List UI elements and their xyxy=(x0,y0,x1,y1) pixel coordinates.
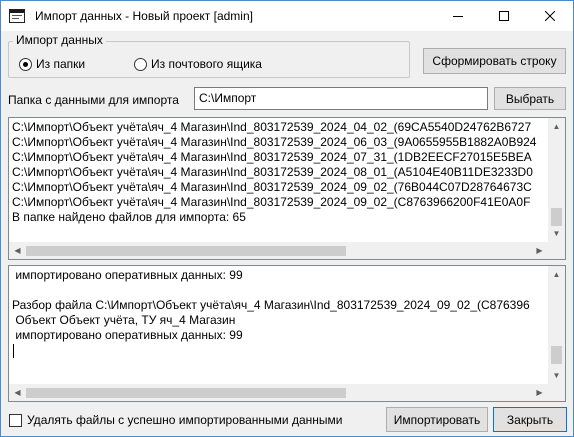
radio-from-folder[interactable]: Из папки xyxy=(19,57,85,71)
radio-label: Из папки xyxy=(36,57,86,71)
close-icon xyxy=(545,11,555,21)
maximize-button[interactable] xyxy=(481,1,527,31)
minimize-button[interactable] xyxy=(435,1,481,31)
radio-dot[interactable] xyxy=(19,57,32,71)
radio-from-mailbox[interactable]: Из почтового ящика xyxy=(134,57,262,71)
close-window-button[interactable] xyxy=(527,1,573,31)
scroll-up-icon[interactable]: ▲ xyxy=(548,266,565,283)
import-window: Импорт данных - Новый проект [admin] Имп… xyxy=(0,0,574,437)
list-item: В папке найдено файлов для импорта: 65 xyxy=(12,210,246,224)
window-title: Импорт данных - Новый проект [admin] xyxy=(35,9,253,23)
scroll-right-icon[interactable]: ▶ xyxy=(531,242,548,259)
list-item: C:\Импорт\Объект учёта\яч_4 Магазин\Ind_… xyxy=(12,135,537,149)
app-window-icon xyxy=(9,9,25,23)
log-line: Разбор файла C:\Импорт\Объект учёта\яч_4… xyxy=(12,298,530,312)
text-cursor xyxy=(12,343,547,358)
radio-label: Из почтового ящика xyxy=(151,57,262,71)
import-source-legend: Импорт данных xyxy=(13,33,106,47)
file-list-vscrollbar[interactable]: ▲ ▼ xyxy=(548,118,565,242)
checkbox-box[interactable] xyxy=(9,413,22,427)
scroll-thumb[interactable] xyxy=(26,388,346,398)
scroll-down-icon[interactable]: ▼ xyxy=(548,225,565,242)
scroll-left-icon[interactable]: ◀ xyxy=(9,242,26,259)
log-line: Объект Объект учёта, ТУ яч_4 Магазин xyxy=(12,313,236,327)
log-line: импортировано оперативных данных: 99 xyxy=(12,268,243,282)
scroll-up-icon[interactable]: ▲ xyxy=(548,118,565,135)
list-item: C:\Импорт\Объект учёта\яч_4 Магазин\Ind_… xyxy=(12,180,532,194)
scroll-corner xyxy=(548,384,565,401)
checkbox-label: Удалять файлы с успешно импортированными… xyxy=(27,413,343,427)
scroll-down-icon[interactable]: ▼ xyxy=(548,367,565,384)
minimize-icon xyxy=(453,16,463,17)
list-item: C:\Импорт\Объект учёта\яч_4 Магазин\Ind_… xyxy=(12,150,532,164)
folder-path-input[interactable]: C:\Импорт xyxy=(194,87,488,110)
list-item: C:\Импорт\Объект учёта\яч_4 Магазин\Ind_… xyxy=(12,120,532,134)
browse-button[interactable]: Выбрать xyxy=(494,87,566,110)
log-hscrollbar[interactable]: ◀ ▶ xyxy=(9,384,548,401)
list-item: C:\Импорт\Объект учёта\яч_4 Магазин\Ind_… xyxy=(12,195,531,209)
close-button[interactable]: Закрыть xyxy=(493,407,567,432)
log-lines: импортировано оперативных данных: 99 Раз… xyxy=(12,268,547,383)
build-string-button[interactable]: Сформировать строку xyxy=(423,48,566,74)
scroll-thumb[interactable] xyxy=(551,208,562,226)
scroll-thumb[interactable] xyxy=(26,246,346,256)
list-item: C:\Импорт\Объект учёта\яч_4 Магазин\Ind_… xyxy=(12,165,533,179)
file-list-memo[interactable]: C:\Импорт\Объект учёта\яч_4 Магазин\Ind_… xyxy=(8,117,566,260)
radio-dot[interactable] xyxy=(134,57,147,71)
log-vscrollbar[interactable]: ▲ ▼ xyxy=(548,266,565,384)
delete-files-checkbox[interactable]: Удалять файлы с успешно импортированными… xyxy=(9,413,342,427)
title-bar[interactable]: Импорт данных - Новый проект [admin] xyxy=(1,1,573,31)
folder-label: Папка с данными для импорта xyxy=(8,93,179,107)
scroll-corner xyxy=(548,242,565,259)
file-list-lines: C:\Импорт\Объект учёта\яч_4 Магазин\Ind_… xyxy=(12,120,547,241)
log-line: импортировано оперативных данных: 99 xyxy=(12,328,243,342)
import-button[interactable]: Импортировать xyxy=(386,407,488,432)
maximize-icon xyxy=(499,11,509,21)
scroll-left-icon[interactable]: ◀ xyxy=(9,384,26,401)
log-memo[interactable]: импортировано оперативных данных: 99 Раз… xyxy=(8,265,566,402)
scroll-right-icon[interactable]: ▶ xyxy=(531,384,548,401)
file-list-hscrollbar[interactable]: ◀ ▶ xyxy=(9,242,548,259)
scroll-thumb[interactable] xyxy=(551,346,562,364)
